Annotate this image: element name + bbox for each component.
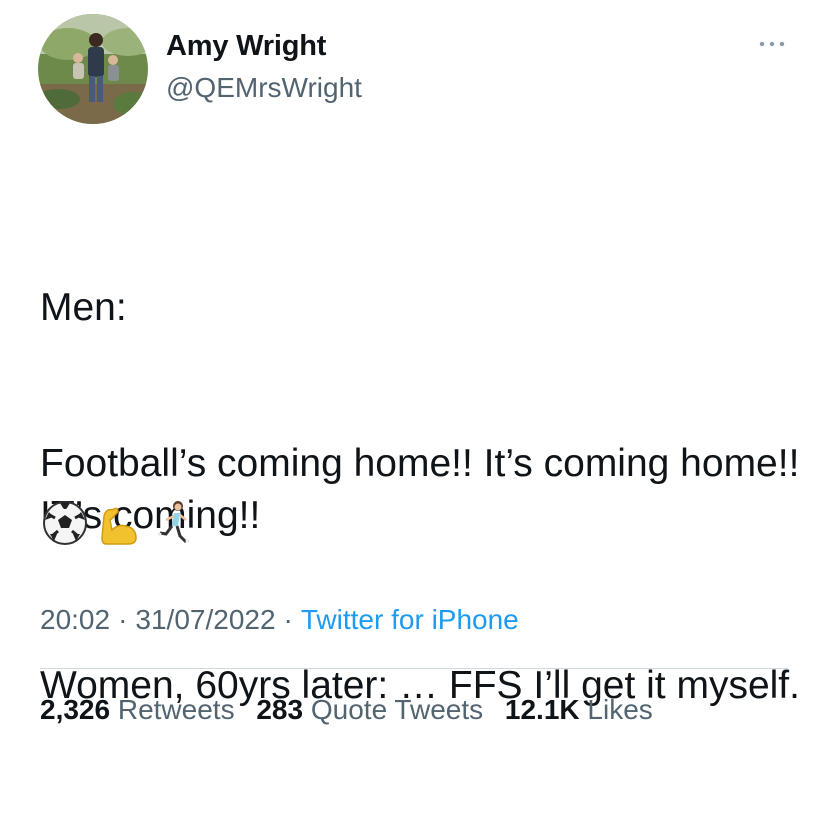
soccer-ball-icon (40, 498, 90, 548)
emoji-row (40, 496, 198, 550)
divider (40, 668, 788, 669)
tweet-source-link[interactable]: Twitter for iPhone (301, 604, 519, 635)
more-options-button[interactable] (752, 32, 792, 56)
meta-separator: · (283, 604, 293, 635)
tweet-date[interactable]: 31/07/2022 (135, 604, 275, 635)
tweet-metadata: 20:02 · 31/07/2022 · Twitter for iPhone (40, 604, 519, 636)
quote-tweets-count: 283 (256, 694, 304, 725)
meta-separator: · (118, 604, 128, 635)
author-handle[interactable]: @QEMrsWright (166, 72, 362, 104)
engagement-stats: 2,326 Retweets 283 Quote Tweets 12.1K Li… (40, 694, 667, 726)
tweet-text-line-1: Men: (40, 286, 127, 329)
profile-photo-icon (38, 14, 148, 124)
likes-stat[interactable]: 12.1K Likes (505, 694, 653, 725)
author-name[interactable]: Amy Wright (166, 30, 326, 63)
quote-tweets-stat[interactable]: 283 Quote Tweets (256, 694, 483, 725)
tweet-time[interactable]: 20:02 (40, 604, 110, 635)
retweets-label: Retweets (117, 694, 235, 725)
likes-count: 12.1K (504, 694, 580, 725)
ellipsis-icon (759, 41, 785, 47)
quote-tweets-label: Quote Tweets (310, 694, 484, 725)
flexed-biceps-icon (94, 498, 144, 548)
retweets-count: 2,326 (40, 694, 111, 725)
avatar[interactable] (38, 14, 148, 124)
tweet-card: Amy Wright @QEMrsWright Men: Football’s … (0, 0, 828, 744)
retweets-stat[interactable]: 2,326 Retweets (40, 694, 235, 725)
woman-running-icon (148, 498, 198, 548)
likes-label: Likes (587, 694, 653, 725)
